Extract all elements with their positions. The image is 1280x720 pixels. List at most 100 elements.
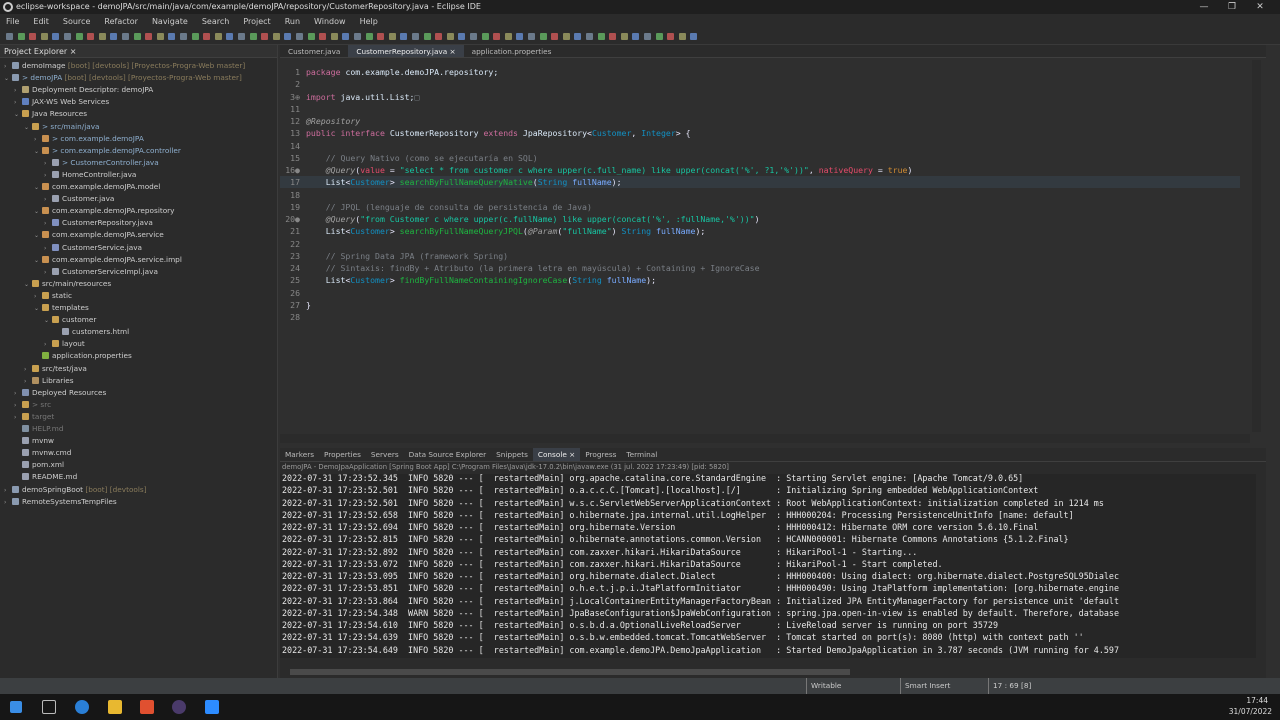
- toolbar-icon[interactable]: [354, 33, 361, 40]
- expand-toggle-icon[interactable]: ›: [4, 497, 12, 509]
- code-line[interactable]: 11: [280, 103, 1240, 115]
- toolbar-icon[interactable]: [272, 33, 280, 40]
- toolbar-icon[interactable]: [400, 33, 408, 40]
- tree-item[interactable]: README.md: [14, 471, 77, 483]
- toolbar-icon[interactable]: [644, 33, 651, 40]
- expand-toggle-icon[interactable]: ⌄: [34, 182, 42, 194]
- tree-item[interactable]: ⌄ src/main/resources: [24, 278, 111, 290]
- menu-navigate[interactable]: Navigate: [152, 14, 188, 29]
- tree-item[interactable]: › demoImage [boot] [devtools] [Proyectos-…: [4, 60, 245, 72]
- toolbar-icon[interactable]: [191, 33, 199, 40]
- code-line[interactable]: 3⊕ import java.util.List;□: [280, 91, 1240, 103]
- code-line[interactable]: 28: [280, 311, 1240, 323]
- task-view-icon[interactable]: [42, 700, 56, 714]
- tree-item[interactable]: mvnw.cmd: [14, 447, 71, 459]
- code-line[interactable]: 18: [280, 189, 1240, 201]
- bottom-tab[interactable]: Console ×: [532, 448, 581, 461]
- toolbar-icon[interactable]: [551, 33, 559, 40]
- toolbar-icon[interactable]: [690, 33, 698, 40]
- expand-toggle-icon[interactable]: ⌄: [34, 230, 42, 242]
- console-output[interactable]: 2022-07-31 17:23:52.345 INFO 5820 --- [ …: [280, 474, 1256, 658]
- tree-item[interactable]: › Deployment Descriptor: demoJPA: [14, 84, 153, 96]
- toolbar-icon[interactable]: [284, 33, 292, 40]
- toolbar-icon[interactable]: [574, 33, 582, 40]
- toolbar-icon[interactable]: [446, 33, 454, 40]
- toolbar-icon[interactable]: [423, 33, 431, 40]
- tree-item[interactable]: › CustomerRepository.java: [44, 217, 153, 229]
- toolbar-icon[interactable]: [168, 33, 176, 40]
- menu-project[interactable]: Project: [243, 14, 270, 29]
- toolbar-icon[interactable]: [156, 33, 164, 40]
- toolbar-icon[interactable]: [203, 33, 211, 40]
- toolbar-icon[interactable]: [562, 33, 570, 40]
- editor-tab[interactable]: Customer.java: [280, 45, 348, 57]
- editor-horizontal-scrollbar[interactable]: [280, 434, 1250, 443]
- toolbar-icon[interactable]: [307, 33, 315, 40]
- toolbar-icon[interactable]: [226, 33, 234, 40]
- toolbar-icon[interactable]: [412, 33, 419, 40]
- tree-item[interactable]: › layout: [44, 338, 85, 350]
- tree-item[interactable]: › CustomerService.java: [44, 242, 142, 254]
- maximize-button[interactable]: ❐: [1218, 0, 1246, 14]
- tree-item[interactable]: › Deployed Resources: [14, 387, 106, 399]
- toolbar-icon[interactable]: [87, 33, 95, 40]
- tree-item[interactable]: customers.html: [54, 326, 129, 338]
- editor-tab[interactable]: CustomerRepository.java ×: [348, 45, 464, 57]
- menu-help[interactable]: Help: [360, 14, 378, 29]
- menu-window[interactable]: Window: [314, 14, 346, 29]
- toolbar-icon[interactable]: [435, 33, 443, 40]
- menu-refactor[interactable]: Refactor: [104, 14, 138, 29]
- tree-item[interactable]: ⌄ com.example.demoJPA.service.impl: [34, 254, 182, 266]
- console-horizontal-scrollbar[interactable]: [280, 668, 1256, 676]
- tree-item[interactable]: › target: [14, 411, 54, 423]
- code-line[interactable]: 20● @Query("from Customer c where upper(…: [280, 213, 1240, 225]
- code-line[interactable]: 27}: [280, 299, 1240, 311]
- close-button[interactable]: ✕: [1246, 0, 1274, 14]
- expand-toggle-icon[interactable]: ⌄: [24, 279, 32, 291]
- tree-item[interactable]: application.properties: [34, 350, 132, 362]
- toolbar-icon[interactable]: [481, 33, 489, 40]
- expand-toggle-icon[interactable]: ⌄: [14, 109, 22, 121]
- menu-source[interactable]: Source: [63, 14, 90, 29]
- toolbar-icon[interactable]: [296, 33, 303, 40]
- editor-tab[interactable]: application.properties: [464, 45, 560, 57]
- tree-item[interactable]: › RemoteSystemsTempFiles: [4, 496, 117, 508]
- toolbar-icon[interactable]: [678, 33, 686, 40]
- tree-item[interactable]: ⌄ > src/main/java: [24, 121, 100, 133]
- tree-item[interactable]: › src/test/java: [24, 363, 87, 375]
- code-line[interactable]: 17 List<Customer> searchByFullNameQueryN…: [280, 176, 1240, 189]
- expand-toggle-icon[interactable]: ⌄: [44, 315, 52, 327]
- tree-item[interactable]: › > com.example.demoJPA: [34, 133, 144, 145]
- menu-run[interactable]: Run: [285, 14, 300, 29]
- code-line[interactable]: 16● @Query(value = "select * from custom…: [280, 164, 1240, 176]
- toolbar-icon[interactable]: [330, 33, 338, 40]
- toolbar-icon[interactable]: [214, 33, 222, 40]
- tree-item[interactable]: › CustomerServiceImpl.java: [44, 266, 158, 278]
- bottom-tab[interactable]: Properties: [319, 448, 366, 461]
- toolbar-icon[interactable]: [377, 33, 385, 40]
- tree-item[interactable]: ⌄ com.example.demoJPA.model: [34, 181, 160, 193]
- expand-toggle-icon[interactable]: ⌄: [24, 122, 32, 134]
- bottom-tab[interactable]: Progress: [580, 448, 621, 461]
- code-line[interactable]: 25 List<Customer> findByFullNameContaini…: [280, 274, 1240, 286]
- code-line[interactable]: 22: [280, 238, 1240, 250]
- toolbar-icon[interactable]: [249, 33, 257, 40]
- toolbar-icon[interactable]: [388, 33, 396, 40]
- tree-item[interactable]: › static: [34, 290, 72, 302]
- bottom-tab[interactable]: Data Source Explorer: [404, 448, 492, 461]
- toolbar-icon[interactable]: [64, 33, 71, 40]
- bottom-tab[interactable]: Snippets: [491, 448, 533, 461]
- menu-edit[interactable]: Edit: [33, 14, 49, 29]
- code-line[interactable]: 19 // JPQL (lenguaje de consulta de pers…: [280, 201, 1240, 213]
- editor-vertical-scrollbar[interactable]: [1252, 60, 1261, 432]
- toolbar-icon[interactable]: [6, 33, 13, 40]
- tree-item[interactable]: › HomeController.java: [44, 169, 136, 181]
- toolbar-icon[interactable]: [504, 33, 512, 40]
- tree-item[interactable]: ⌄ > demoJPA [boot] [devtools] [Proyectos-…: [4, 72, 242, 84]
- brave-icon[interactable]: [140, 700, 154, 714]
- expand-toggle-icon[interactable]: ⌄: [34, 206, 42, 218]
- tree-item[interactable]: ⌄ templates: [34, 302, 89, 314]
- code-line[interactable]: 2: [280, 78, 1240, 90]
- toolbar-icon[interactable]: [655, 33, 663, 40]
- tree-item[interactable]: ⌄ customer: [44, 314, 96, 326]
